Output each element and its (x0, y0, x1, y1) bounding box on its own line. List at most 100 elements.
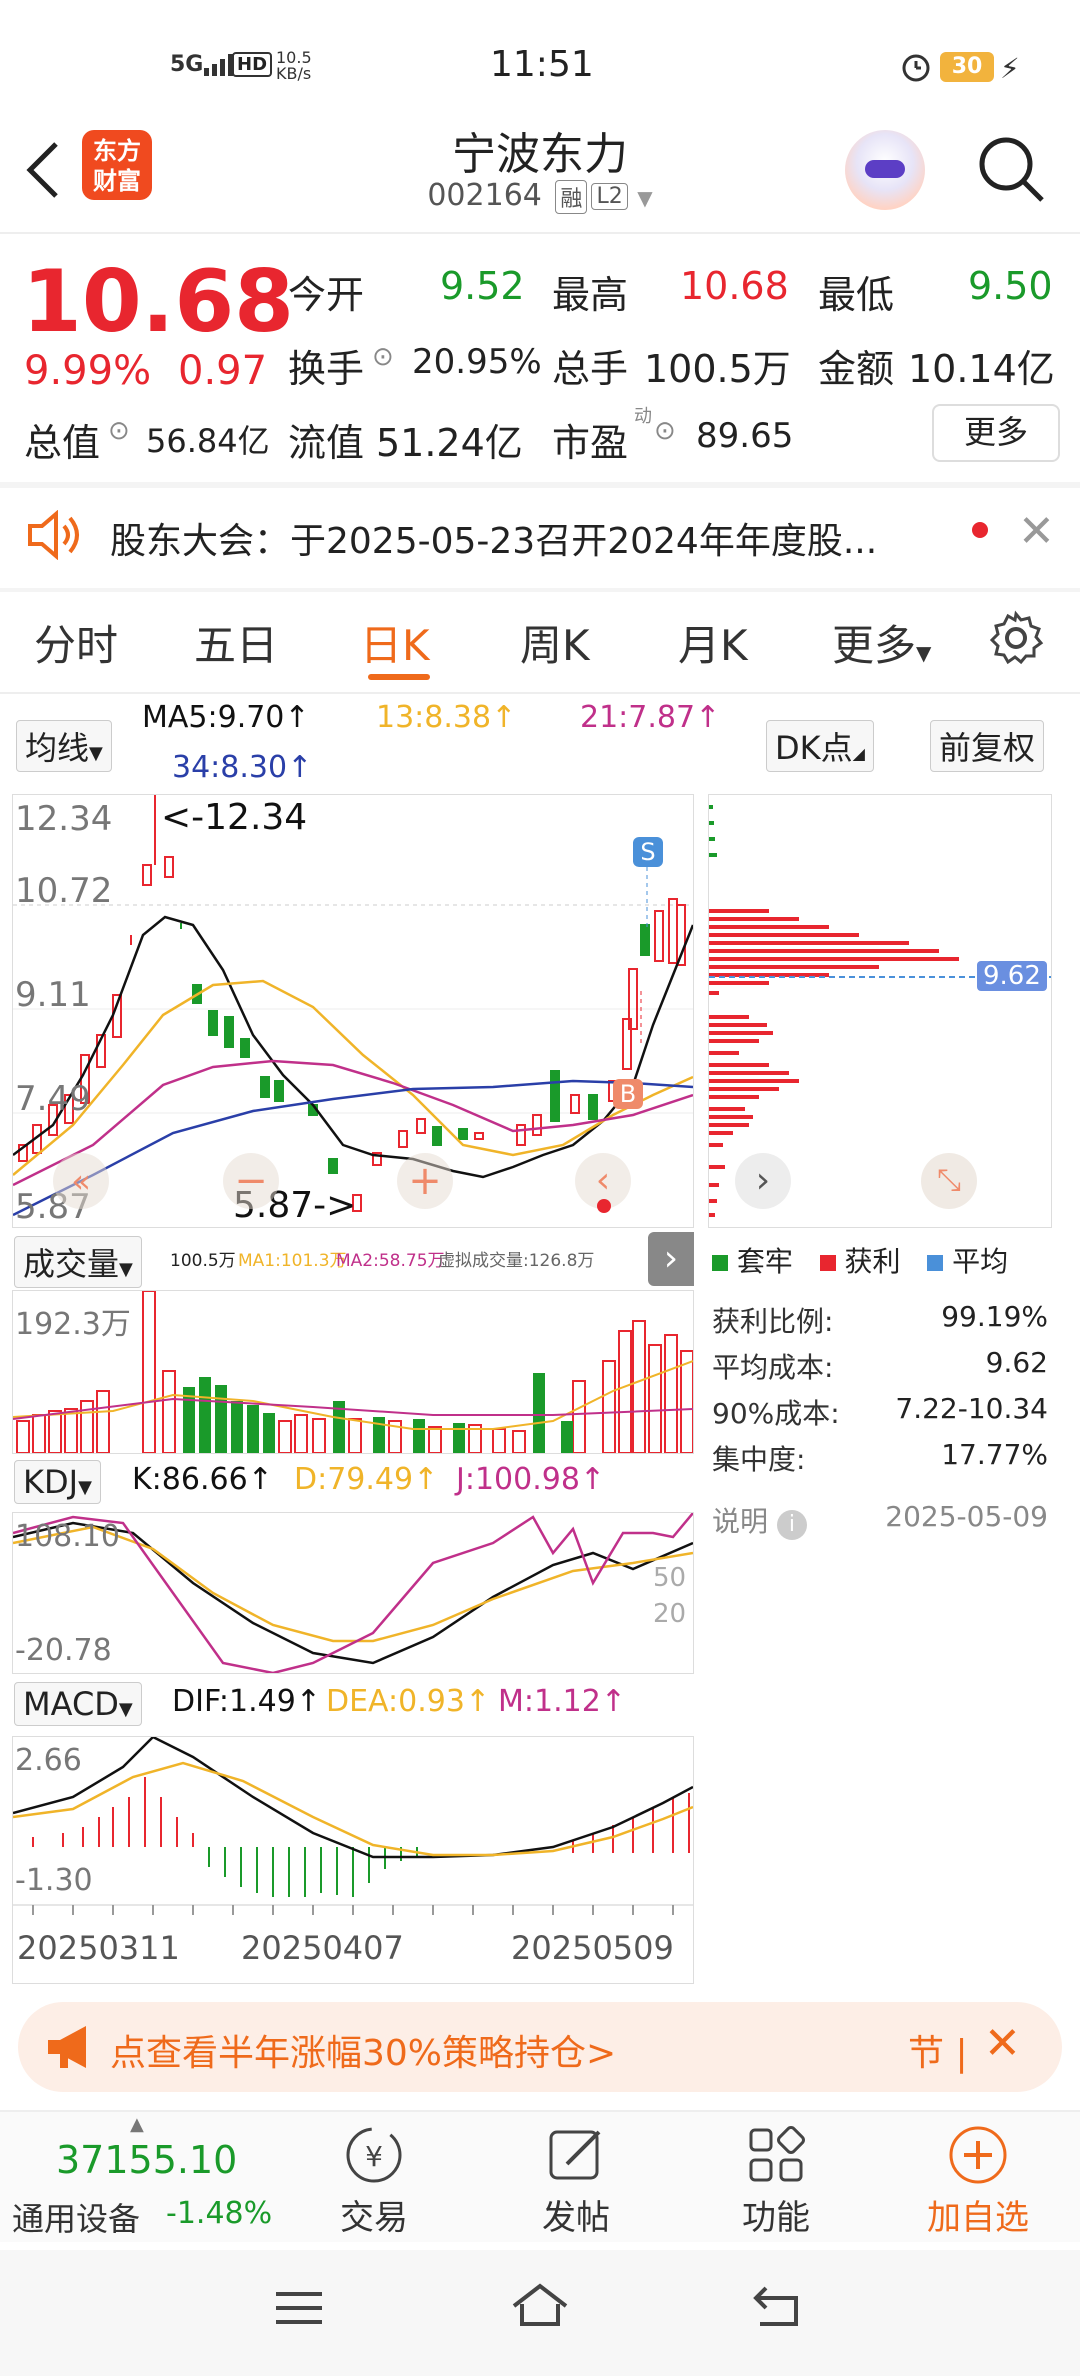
nav-function[interactable]: 功能 (706, 2124, 846, 2239)
battery-indicator: 30 (940, 52, 994, 82)
open-label: 今开 (288, 273, 365, 317)
zoom-out-icon[interactable]: − (223, 1153, 279, 1209)
robot-avatar-icon[interactable] (845, 130, 925, 210)
hd-badge: HD (232, 52, 273, 77)
nav-trade-label: 交易 (340, 2198, 408, 2238)
tab-minute[interactable]: 分时 (34, 612, 118, 673)
level2-tag: L2 (591, 183, 628, 210)
nav-post[interactable]: 发帖 (506, 2124, 646, 2239)
sell-signal[interactable]: S (633, 837, 663, 867)
concentration-value: 17.77% (941, 1438, 1048, 1471)
mktcap-label: 总值 (24, 421, 101, 465)
speaker-icon (26, 509, 82, 564)
divider (0, 232, 1080, 234)
menu-icon[interactable] (274, 2288, 324, 2332)
high-value: 10.68 (680, 264, 789, 308)
date-end: 20250509 (511, 1929, 674, 1967)
promo-text[interactable]: 点查看半年涨幅30%策略持仓> (110, 2024, 616, 2076)
y-axis-2: 10.72 (15, 871, 113, 911)
change-percent: 9.99% (24, 348, 152, 394)
index-value[interactable]: 37155.10 (56, 2138, 237, 2182)
promo-banner[interactable]: 点查看半年涨幅30%策略持仓> 节 | ✕ (18, 2002, 1062, 2092)
info-icon[interactable]: ⊙ (108, 416, 130, 446)
tab-weekly-k[interactable]: 周K (520, 612, 590, 673)
tab-daily-k[interactable]: 日K (360, 612, 430, 673)
ma-selector[interactable]: 均线▼ (16, 720, 112, 772)
current-price: 10.68 (22, 252, 295, 352)
chevron-right-icon[interactable]: › (735, 1153, 791, 1209)
close-icon[interactable]: ✕ (984, 2018, 1021, 2069)
chip-legend: 套牢 获利 平均 (712, 1240, 1008, 1280)
unread-dot (972, 522, 988, 538)
chip-distribution[interactable]: 9.62 › ⤡ (708, 794, 1052, 1228)
cost90-label: 90%成本: (712, 1397, 840, 1430)
note-link[interactable]: 说明 i (712, 1500, 807, 1540)
ma13-label: 13:8.38↑ (376, 700, 517, 735)
kdj-level-50: 50 (653, 1563, 687, 1593)
info-icon[interactable]: ⊙ (654, 416, 676, 446)
nav-post-label: 发帖 (542, 2198, 610, 2238)
megaphone-icon (46, 2024, 96, 2074)
low-value: 9.50 (968, 264, 1053, 308)
collapse-panel-icon[interactable]: › (648, 1232, 694, 1286)
macd-chart[interactable]: 2.66 -1.30 20250311 20250407 20250509 (12, 1736, 694, 1984)
pe-superscript: 动 (634, 406, 652, 427)
macd-lines (13, 1737, 693, 1915)
kline-chart[interactable]: 12.34 10.72 9.11 7.49 5.87 <-12.34 5.87-… (12, 794, 694, 1228)
kdj-selector[interactable]: KDJ▼ (14, 1460, 101, 1504)
alarm-icon (900, 50, 932, 86)
macd-m: M:1.12↑ (498, 1684, 626, 1719)
kdj-chart[interactable]: 108.10 -20.78 50 20 (12, 1512, 694, 1674)
tab-monthly-k[interactable]: 月K (678, 612, 748, 673)
max-price-label: <-12.34 (161, 797, 308, 838)
kdj-k: K:86.66↑ (132, 1462, 273, 1497)
kdj-j: J:100.98↑ (456, 1462, 606, 1497)
turnover-label: 换手 (288, 347, 365, 391)
stock-header: 东方 财富 宁波东力 002164 融 L2 ▼ (0, 110, 1080, 230)
caret-up-icon: ▲ (130, 2114, 144, 2135)
close-icon[interactable]: ✕ (1018, 506, 1055, 557)
expand-icon[interactable]: ⤡ (921, 1153, 977, 1209)
divider (0, 692, 1080, 694)
edit-icon (549, 2130, 601, 2180)
turnover-value: 20.95% (412, 342, 542, 382)
notice-bar[interactable]: 股东大会：于2025-05-23召开2024年年度股... ✕ (0, 488, 1080, 588)
nav-add-watchlist[interactable]: 加自选 (908, 2124, 1048, 2239)
vol-value: 100.5万 (170, 1251, 236, 1271)
scroll-left-icon[interactable]: « (53, 1153, 109, 1209)
macd-selector[interactable]: MACD▼ (14, 1682, 142, 1726)
volume-chart[interactable]: 192.3万 (12, 1290, 694, 1454)
volume-selector[interactable]: 成交量▼ (14, 1236, 142, 1288)
more-button[interactable]: 更多 (932, 404, 1060, 462)
macd-dea: DEA:0.93↑ (326, 1684, 491, 1719)
notice-text[interactable]: 股东大会：于2025-05-23召开2024年年度股... (110, 512, 877, 564)
tab-five-day[interactable]: 五日 (194, 612, 278, 673)
adjust-selector[interactable]: 前复权 (930, 720, 1045, 772)
dk-selector[interactable]: DK点◢ (766, 720, 874, 772)
legend-avg: 平均 (952, 1245, 1009, 1278)
cost90-value: 7.22-10.34 (895, 1392, 1048, 1425)
concentration-label: 集中度: (712, 1443, 806, 1476)
clock: 11:51 (490, 44, 594, 85)
svg-text:¥: ¥ (365, 2140, 383, 2173)
index-name[interactable]: 通用设备 (12, 2194, 140, 2240)
volume-label: 总手 (552, 347, 629, 391)
macd-dif: DIF:1.49↑ (172, 1684, 321, 1719)
status-bar: 5G HD 10.5 KB/s 11:51 30 ⚡ (0, 0, 1080, 110)
nav-trade[interactable]: ¥ 交易 (304, 2124, 444, 2239)
search-icon[interactable] (976, 134, 1046, 208)
nav-function-label: 功能 (742, 2198, 810, 2238)
macd-y-top: 2.66 (15, 1743, 82, 1778)
grid-icon (749, 2126, 805, 2182)
legend-trap: 套牢 (736, 1245, 793, 1278)
back-nav-icon[interactable] (752, 2284, 802, 2334)
buy-signal[interactable]: B (613, 1079, 643, 1109)
net-speed: 10.5 KB/s (276, 48, 312, 83)
tab-more[interactable]: 更多▼ (832, 612, 931, 673)
zoom-in-icon[interactable]: + (397, 1153, 453, 1209)
info-icon[interactable]: ⊙ (372, 342, 394, 372)
home-icon[interactable] (510, 2282, 570, 2336)
vol-ma1: MA1:101.3万 (238, 1251, 347, 1271)
index-change: -1.48% (166, 2196, 273, 2231)
gear-icon[interactable] (988, 610, 1044, 670)
